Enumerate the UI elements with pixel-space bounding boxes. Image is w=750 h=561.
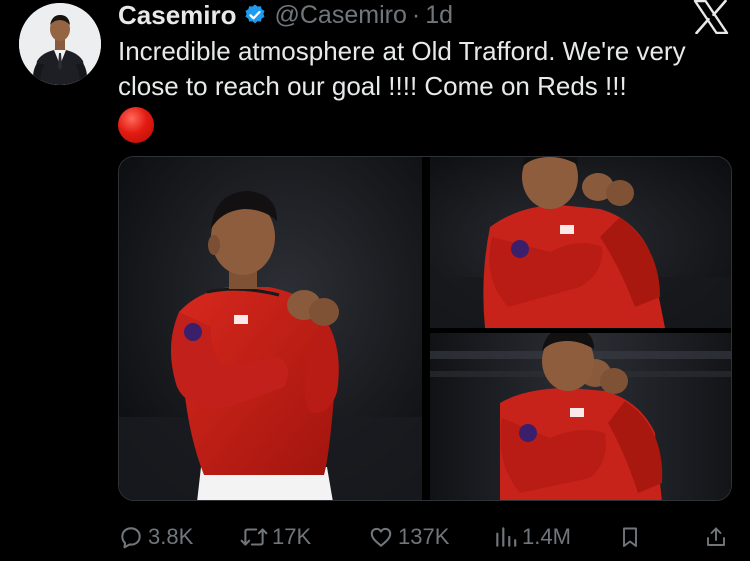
tweet-header: Casemiro @Casemiro · 1d: [118, 0, 453, 30]
views-count: 1.4M: [522, 524, 571, 549]
reply-count: 3.8K: [148, 524, 194, 549]
bookmark-button[interactable]: [618, 520, 646, 554]
x-logo-icon[interactable]: [693, 0, 729, 35]
repost-button[interactable]: 17K: [240, 520, 311, 554]
bar-chart-icon: [496, 527, 517, 547]
meta-separator: ·: [411, 0, 421, 29]
share-button[interactable]: [704, 520, 732, 554]
author-display-name[interactable]: Casemiro: [118, 0, 237, 31]
bookmark-icon: [623, 527, 637, 547]
share-icon: [707, 527, 725, 546]
reply-button[interactable]: 3.8K: [118, 520, 193, 554]
like-count: 137K: [398, 524, 450, 549]
author-handle[interactable]: @Casemiro: [275, 1, 407, 30]
verified-badge-icon: [243, 3, 267, 27]
media-photo-1[interactable]: [119, 157, 422, 500]
tweet-text: Incredible atmosphere at Old Trafford. W…: [118, 36, 686, 101]
repost-arrows-icon: [240, 528, 268, 546]
like-button[interactable]: 137K: [368, 520, 449, 554]
avatar-photo: [19, 3, 101, 85]
media-photo-3[interactable]: [430, 333, 731, 500]
repost-count: 17K: [272, 524, 312, 549]
red-circle-emoji: [118, 107, 154, 143]
media-grid: [118, 156, 732, 501]
tweet-timestamp[interactable]: 1d: [425, 1, 453, 30]
heart-icon: [370, 527, 392, 547]
speech-bubble-icon: [121, 527, 141, 549]
media-photo-2[interactable]: [430, 157, 731, 328]
views-button[interactable]: 1.4M: [494, 520, 571, 554]
tweet-actions: 3.8K 17K 137K 1.4M: [118, 520, 732, 554]
author-avatar[interactable]: [19, 3, 101, 85]
